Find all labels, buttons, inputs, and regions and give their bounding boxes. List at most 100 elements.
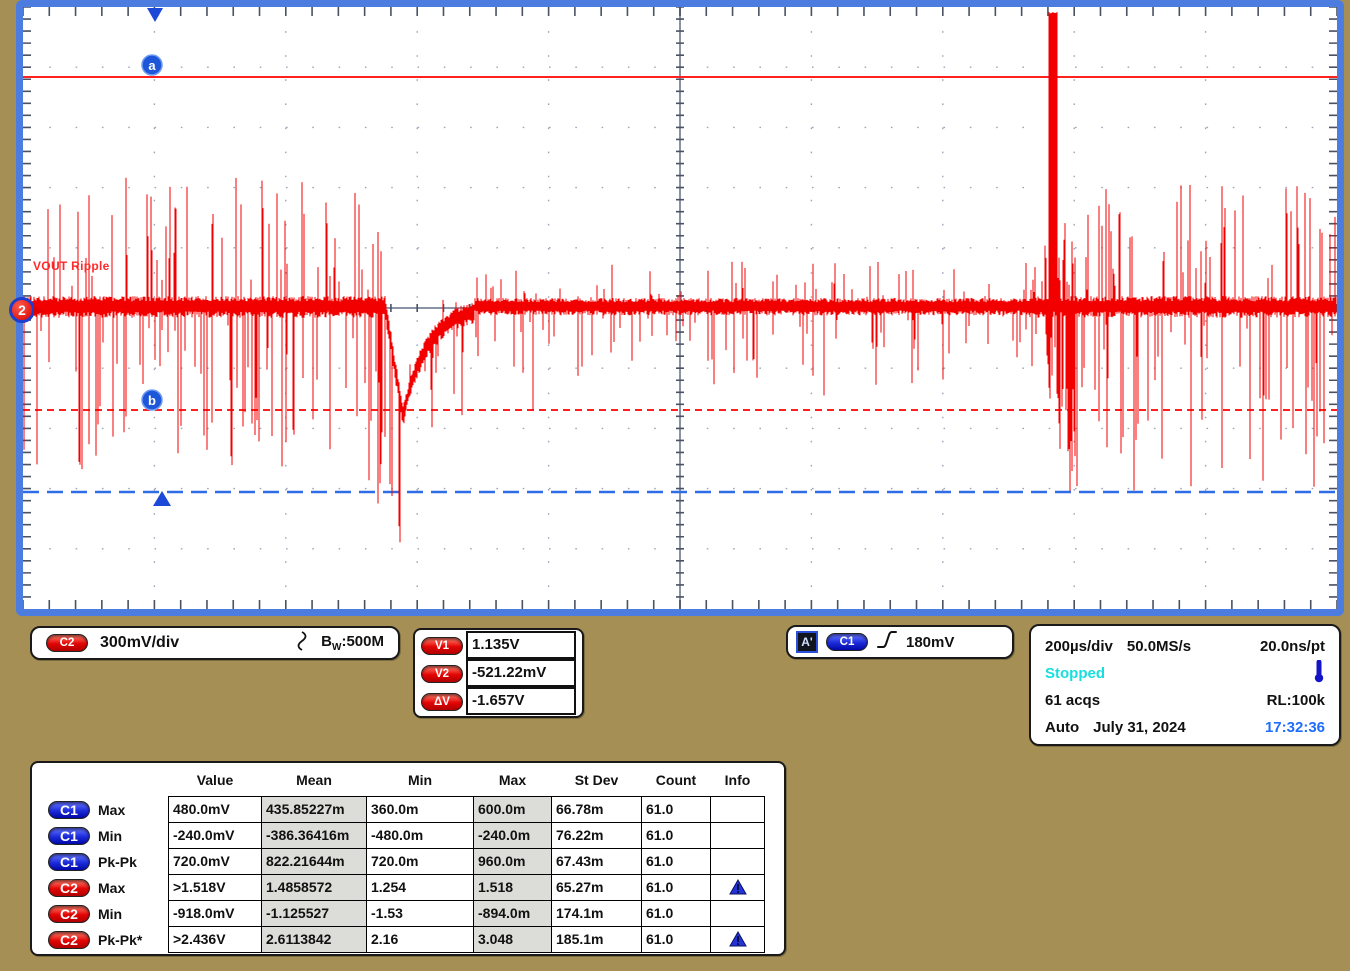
column-header: Mean <box>261 768 367 797</box>
clock: 17:32:36 <box>1265 719 1325 736</box>
info-cell <box>710 822 765 849</box>
measurement-cell: 600.0m <box>473 796 552 823</box>
trigger-readout[interactable]: A' C1 180mV <box>786 625 1014 659</box>
measurement-cell: -480.0m <box>366 822 474 849</box>
measurement-label: C2 Min <box>36 901 169 927</box>
cursor-b-handle[interactable]: b <box>142 390 162 410</box>
measurement-cell: -894.0m <box>473 900 552 927</box>
measurement-cell: -386.36416m <box>261 822 367 849</box>
measurement-cell: 61.0 <box>641 796 711 823</box>
column-header: Max <box>473 768 552 797</box>
trigger-mode-label: Auto <box>1045 719 1079 736</box>
channel-badge[interactable]: C1 <box>48 827 90 845</box>
channel-badge[interactable]: C2 <box>48 905 90 923</box>
column-header: Info <box>710 768 765 797</box>
column-header: St Dev <box>551 768 642 797</box>
channel-2-position-marker[interactable]: 2 <box>9 297 35 323</box>
column-header: Count <box>641 768 711 797</box>
channel-2-badge[interactable]: C2 <box>46 634 88 652</box>
measurement-cell: 435.85227m <box>261 796 367 823</box>
column-header: Min <box>366 768 474 797</box>
cursor-v2-badge[interactable]: V2 <box>421 665 463 683</box>
channel-badge[interactable]: C2 <box>48 879 90 897</box>
info-cell <box>710 848 765 875</box>
measurement-label: C1 Pk-Pk <box>36 849 169 875</box>
acquisition-state: Stopped <box>1045 665 1105 682</box>
measurement-cell: 61.0 <box>641 900 711 927</box>
cursor-a-handle[interactable]: a <box>142 55 162 75</box>
measurement-cell: 61.0 <box>641 822 711 849</box>
cursor-v2-row: V2 -521.22mV <box>421 660 582 688</box>
acquisition-readout: 200µs/div 50.0MS/s 20.0ns/pt Stopped 61 … <box>1029 624 1341 746</box>
timebase-row: 200µs/div 50.0MS/s 20.0ns/pt <box>1045 633 1325 660</box>
measurement-cell: 1.518 <box>473 874 552 901</box>
measurement-label: C1 Min <box>36 823 169 849</box>
measurement-label: C2 Max <box>36 875 169 901</box>
measurement-name: Min <box>98 906 122 922</box>
acqs-row: 61 acqs RL:100k <box>1045 687 1325 714</box>
bandwidth-readout: BW:500M <box>321 633 384 653</box>
datetime-row: Auto July 31, 2024 17:32:36 <box>1045 714 1325 741</box>
measurement-cell: -240.0mV <box>168 822 262 849</box>
measurement-row: C2Pk-Pk*>2.436V2.61138422.163.048185.1m6… <box>36 927 784 953</box>
measurement-cell: 67.43m <box>551 848 642 875</box>
cursor-dv-badge[interactable]: ΔV <box>421 693 463 711</box>
measurement-cell: -1.53 <box>366 900 474 927</box>
measurement-cell: 720.0m <box>366 848 474 875</box>
channel-badge[interactable]: C1 <box>48 853 90 871</box>
cursor-v1-row: V1 1.135V <box>421 632 582 660</box>
measurement-name: Pk-Pk* <box>98 932 142 948</box>
channel-badge[interactable]: C2 <box>48 931 90 949</box>
trace-label: VOUT Ripple <box>33 259 110 273</box>
acquisition-count: 61 acqs <box>1045 692 1100 709</box>
measurement-cell: 1.4858572 <box>261 874 367 901</box>
measurement-name: Max <box>98 880 125 896</box>
trigger-level: 180mV <box>906 634 954 651</box>
scope-plot-area[interactable]: a b <box>23 7 1337 609</box>
waveform-display[interactable]: a b VOUT Ripple 2 <box>16 0 1344 616</box>
ac-coupling-icon <box>295 630 309 657</box>
cursor-v1-badge[interactable]: V1 <box>421 637 463 655</box>
cursor-dv-value: -1.657V <box>466 687 576 715</box>
measurement-cell: 960.0m <box>473 848 552 875</box>
measurement-cell: -918.0mV <box>168 900 262 927</box>
measurement-cell: -240.0m <box>473 822 552 849</box>
trigger-position-marker[interactable] <box>147 8 163 22</box>
measurement-cell: >1.518V <box>168 874 262 901</box>
cursor-v2-value: -521.22mV <box>466 659 576 687</box>
measurement-cell: 3.048 <box>473 926 552 953</box>
measurement-cell: 822.21644m <box>261 848 367 875</box>
column-header: Value <box>168 768 262 797</box>
channel-2-scale: 300mV/div <box>100 634 179 652</box>
channel-badge[interactable]: C1 <box>48 801 90 819</box>
date: July 31, 2024 <box>1093 719 1186 736</box>
measurement-cell: 76.22m <box>551 822 642 849</box>
measurement-name: Min <box>98 828 122 844</box>
trigger-source-badge[interactable]: C1 <box>826 633 868 651</box>
measurement-cell: 174.1m <box>551 900 642 927</box>
measurement-cell: 480.0mV <box>168 796 262 823</box>
clipping-warning-icon <box>710 874 765 901</box>
header-spacer <box>36 769 169 797</box>
measurement-cell: -1.125527 <box>261 900 367 927</box>
measurement-cell: 61.0 <box>641 926 711 953</box>
state-row: Stopped <box>1045 660 1325 687</box>
cursor-readout-box: V1 1.135V V2 -521.22mV ΔV -1.657V <box>413 628 584 718</box>
measurement-table[interactable]: ValueMeanMinMaxSt DevCountInfoC1Max480.0… <box>30 761 786 956</box>
measurement-cell: 61.0 <box>641 848 711 875</box>
record-length: RL:100k <box>1267 692 1325 709</box>
channel-2-readout[interactable]: C2 300mV/div BW:500M <box>30 626 400 660</box>
measurement-cell: >2.436V <box>168 926 262 953</box>
measurement-label: C1Max <box>36 797 169 823</box>
measurement-row: C2 Min -918.0mV-1.125527-1.53-894.0m174.1m… <box>36 901 784 927</box>
rising-edge-icon <box>876 630 898 655</box>
cursor-a-label: a <box>148 58 156 73</box>
measurement-cell: 720.0mV <box>168 848 262 875</box>
info-cell <box>710 900 765 927</box>
timebase: 200µs/div <box>1045 638 1113 655</box>
cursor-v1-value: 1.135V <box>466 631 576 659</box>
sample-rate: 50.0MS/s <box>1127 638 1191 655</box>
measurement-row: C2Max>1.518V1.48585721.2541.51865.27m61.… <box>36 875 784 901</box>
trigger-mode-badge[interactable]: A' <box>796 631 818 653</box>
measurement-name: Pk-Pk <box>98 854 137 870</box>
